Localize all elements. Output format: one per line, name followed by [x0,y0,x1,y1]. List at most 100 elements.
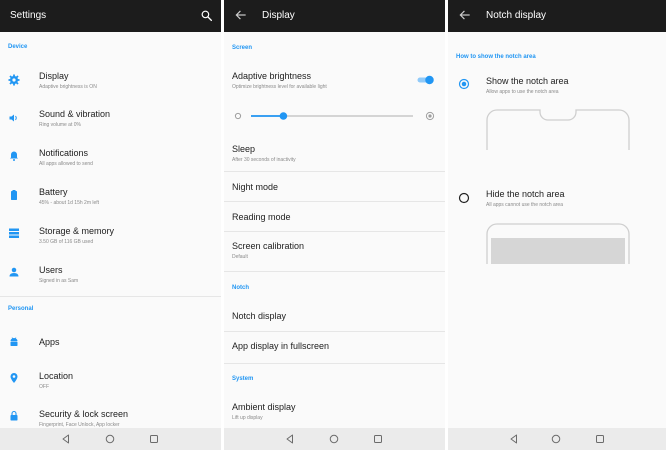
lock-icon [10,410,18,421]
gear-icon [8,74,20,86]
display-item-night-mode[interactable]: Night mode [224,172,445,202]
speaker-icon [9,114,17,122]
display-item-screen-calibration[interactable]: Screen calibration Default [224,236,445,268]
item-title: Security & lock screen [39,409,129,419]
item-subtitle: Optimize brightness level for available … [232,84,327,90]
section-header-system: System [232,376,254,382]
settings-item-battery[interactable]: Battery 45% - about 1d 15h 2m left [0,182,221,214]
section-divider [0,296,221,297]
item-title: Adaptive brightness [232,71,312,81]
section-header-personal: Personal [8,306,34,312]
bell-icon [10,151,18,161]
search-icon[interactable] [200,9,213,22]
item-subtitle: 3.50 GB of 116 GB used [39,239,94,245]
radio-hide-notch[interactable] [458,192,470,204]
nav-home-icon[interactable] [104,433,116,445]
section-header-device: Device [8,44,28,50]
brightness-slider[interactable] [232,108,437,124]
row-divider [224,231,445,232]
item-subtitle: Default [232,254,248,260]
option-title: Show the notch area [486,76,569,86]
option-subtitle: All apps cannot use the notch area [486,202,563,208]
display-item-app-fullscreen[interactable]: App display in fullscreen [224,332,445,362]
notch-display-app-bar: Notch display [448,0,666,32]
location-pin-icon [10,373,18,383]
nav-recents-icon[interactable] [594,433,606,445]
item-title: App display in fullscreen [232,341,330,351]
section-header-screen: Screen [232,45,253,51]
nav-recents-icon[interactable] [372,433,384,445]
item-subtitle: All apps allowed to send [39,161,93,167]
notch-hidden-preview [486,223,630,264]
nav-recents-icon[interactable] [148,433,160,445]
item-subtitle: After 30 seconds of inactivity [232,157,296,163]
display-screen: Display Screen Adaptive brightness Optim… [224,0,445,450]
nav-back-icon[interactable] [60,433,72,445]
item-subtitle: 45% - about 1d 15h 2m left [39,200,100,206]
display-item-sleep[interactable]: Sleep After 30 seconds of inactivity [224,140,445,170]
item-title: Notch display [232,311,287,321]
display-item-notch-display[interactable]: Notch display [224,302,445,332]
item-title: Display [39,71,69,81]
section-divider [224,363,445,364]
navigation-bar [224,428,445,450]
back-arrow-icon[interactable] [458,8,472,22]
item-title: Battery [39,187,68,197]
item-title: Reading mode [232,212,291,222]
nav-home-icon[interactable] [550,433,562,445]
item-title: Sound & vibration [39,109,111,119]
person-icon [9,267,19,277]
storage-icon [9,228,19,238]
settings-item-location[interactable]: Location OFF [0,366,221,398]
settings-item-security[interactable]: Security & lock screen Fingerprint, Face… [0,404,221,430]
settings-item-apps[interactable]: Apps [0,330,221,356]
option-subtitle: Allow apps to use the notch area [486,89,559,95]
section-divider [224,271,445,272]
section-header-notch: Notch [232,285,249,291]
item-subtitle: Signed in as Sam [39,278,79,284]
item-title: Screen calibration [232,241,305,251]
display-item-ambient-display[interactable]: Ambient display Lift up display [224,396,445,426]
settings-item-users[interactable]: Users Signed in as Sam [0,260,221,292]
settings-item-display[interactable]: Display Adaptive brightness is ON [0,64,221,96]
item-title: Apps [39,337,60,347]
item-title: Notifications [39,148,89,158]
notch-visible-preview [486,109,630,150]
item-title: Night mode [232,182,279,192]
settings-item-sound[interactable]: Sound & vibration Ring volume at 0% [0,104,221,136]
section-header-notch-area: How to show the notch area [456,54,536,60]
display-item-reading-mode[interactable]: Reading mode [224,202,445,232]
battery-icon [11,190,17,200]
adaptive-brightness-toggle[interactable] [417,75,434,85]
adaptive-brightness-row[interactable]: Adaptive brightness Optimize brightness … [224,66,445,96]
option-hide-notch[interactable]: Hide the notch area All apps cannot use … [448,185,666,219]
back-arrow-icon[interactable] [234,8,248,22]
item-title: Ambient display [232,402,296,412]
item-subtitle: Ring volume at 0% [39,122,81,128]
settings-item-storage[interactable]: Storage & memory 3.50 GB of 116 GB used [0,221,221,253]
item-subtitle: Lift up display [232,415,263,421]
settings-screen: Settings Device Display Adaptive brightn… [0,0,221,450]
android-icon [10,337,18,346]
settings-item-notifications[interactable]: Notifications All apps allowed to send [0,143,221,175]
notch-display-screen: Notch display How to show the notch area… [448,0,666,450]
brightness-slider-thumb [279,112,288,120]
item-title: Users [39,265,63,275]
nav-back-icon[interactable] [508,433,520,445]
notch-display-title: Notch display [486,10,547,21]
item-subtitle: OFF [39,384,49,390]
brightness-low-icon [234,112,242,120]
navigation-bar [0,428,221,450]
item-title: Location [39,371,74,381]
display-title: Display [262,10,295,21]
option-show-notch[interactable]: Show the notch area Allow apps to use th… [448,72,666,106]
radio-show-notch[interactable] [458,78,470,90]
display-app-bar: Display [224,0,445,32]
nav-back-icon[interactable] [284,433,296,445]
item-title: Storage & memory [39,226,115,236]
option-title: Hide the notch area [486,189,565,199]
navigation-bar [448,428,666,450]
settings-title: Settings [10,10,47,21]
nav-home-icon[interactable] [328,433,340,445]
item-title: Sleep [232,144,256,154]
